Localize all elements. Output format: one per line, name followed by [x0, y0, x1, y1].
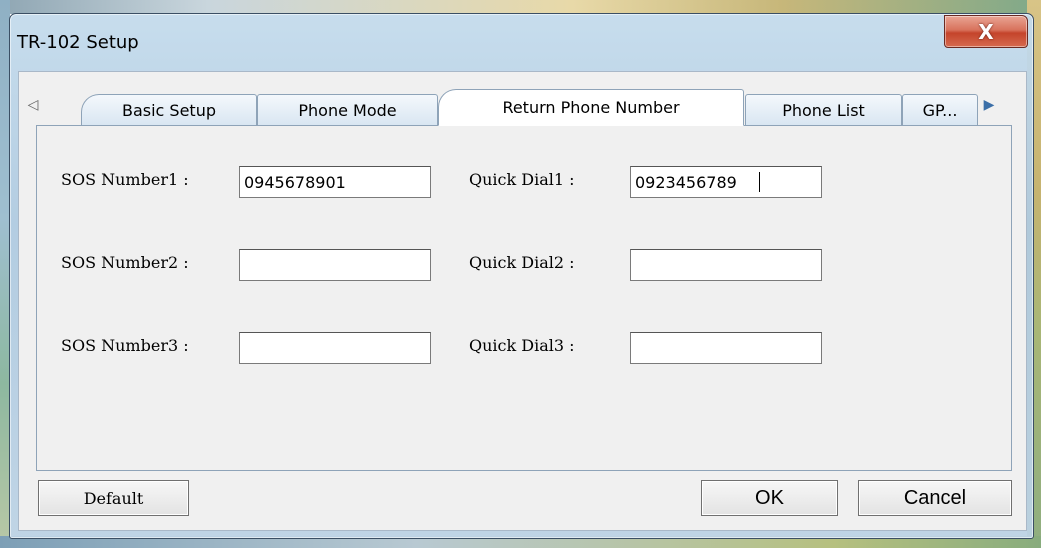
- setup-dialog: TR-102 Setup X ◁ Basic Setup Phone Mode …: [9, 13, 1034, 539]
- tab-phone-list[interactable]: Phone List: [745, 94, 902, 125]
- quick-dial3-input[interactable]: [630, 332, 822, 364]
- dialog-client-area: ◁ Basic Setup Phone Mode Return Phone Nu…: [18, 71, 1027, 531]
- tab-phone-mode[interactable]: Phone Mode: [257, 94, 438, 125]
- tab-scroll-right-icon[interactable]: ▶: [981, 94, 997, 116]
- tab-basic-setup[interactable]: Basic Setup: [81, 94, 257, 125]
- tab-return-phone-number[interactable]: Return Phone Number: [438, 89, 744, 126]
- sos-number1-label: SOS Number1 :: [61, 170, 189, 189]
- quick-dial3-label: Quick Dial3 :: [469, 336, 575, 355]
- quick-dial2-input[interactable]: [630, 249, 822, 281]
- text-cursor: [759, 172, 760, 192]
- close-button[interactable]: X: [944, 15, 1028, 48]
- tab-panel-return-phone-number: SOS Number1 : Quick Dial1 : SOS Number2 …: [36, 125, 1012, 471]
- sos-number1-input[interactable]: [239, 166, 431, 198]
- cancel-button[interactable]: Cancel: [858, 480, 1012, 516]
- tab-scroll-left-icon[interactable]: ◁: [25, 94, 41, 116]
- sos-number2-input[interactable]: [239, 249, 431, 281]
- quick-dial2-label: Quick Dial2 :: [469, 253, 575, 272]
- window-title: TR-102 Setup: [17, 32, 139, 53]
- sos-number3-input[interactable]: [239, 332, 431, 364]
- sos-number3-label: SOS Number3 :: [61, 336, 189, 355]
- ok-button[interactable]: OK: [701, 480, 838, 516]
- sos-number2-label: SOS Number2 :: [61, 253, 189, 272]
- quick-dial1-input[interactable]: [630, 166, 822, 198]
- close-icon: X: [978, 19, 994, 44]
- default-button[interactable]: Default: [38, 480, 189, 516]
- tab-gps[interactable]: GP...: [902, 94, 978, 125]
- desktop-background-top: [0, 0, 1041, 14]
- quick-dial1-label: Quick Dial1 :: [469, 170, 575, 189]
